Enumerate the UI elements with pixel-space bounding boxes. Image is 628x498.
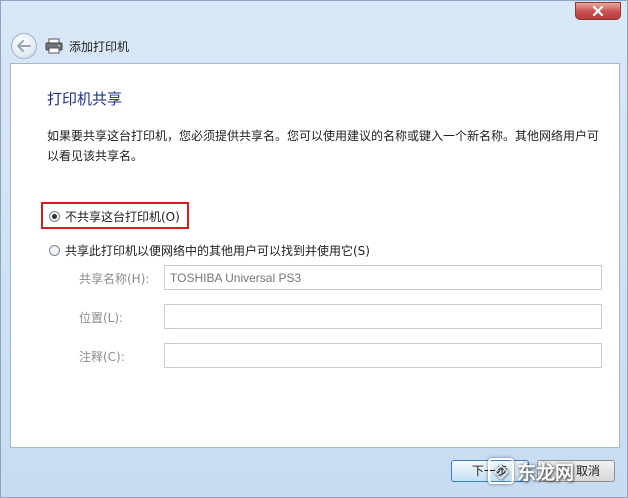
share-name-input[interactable]: [164, 265, 602, 290]
share-label: 共享此打印机以便网络中的其他用户可以找到并使用它(S): [65, 244, 370, 258]
share-option[interactable]: 共享此打印机以便网络中的其他用户可以找到并使用它(S): [49, 242, 370, 259]
location-label: 位置(L):: [79, 311, 124, 325]
printer-icon: [45, 38, 63, 54]
no-share-option[interactable]: 不共享这台打印机(O): [49, 208, 180, 225]
no-share-label: 不共享这台打印机(O): [65, 210, 180, 224]
window-title: 添加打印机: [69, 39, 130, 54]
watermark-logo-icon: ◇: [488, 458, 514, 484]
share-name-label: 共享名称(H):: [79, 272, 150, 286]
page-description: 如果要共享这台打印机，您必须提供共享名。您可以使用建议的名称或键入一个新名称。其…: [47, 129, 600, 163]
comment-input[interactable]: [164, 343, 602, 368]
share-radio[interactable]: [49, 245, 60, 256]
watermark-text: 东龙网: [517, 461, 575, 484]
watermark: ◇ 东龙网: [488, 456, 608, 486]
no-share-radio[interactable]: [49, 211, 60, 222]
back-button[interactable]: [11, 33, 37, 59]
window-close-button[interactable]: [575, 2, 621, 20]
wizard-content: 打印机共享 如果要共享这台打印机，您必须提供共享名。您可以使用建议的名称或键入一…: [10, 63, 620, 448]
close-icon: [592, 6, 604, 16]
wizard-header: 添加打印机: [7, 29, 607, 63]
location-input[interactable]: [164, 304, 602, 329]
page-title: 打印机共享: [47, 90, 123, 108]
back-arrow-icon: [17, 40, 31, 52]
comment-label: 注释(C):: [79, 350, 125, 364]
add-printer-window: 添加打印机 打印机共享 如果要共享这台打印机，您必须提供共享名。您可以使用建议的…: [0, 0, 628, 498]
